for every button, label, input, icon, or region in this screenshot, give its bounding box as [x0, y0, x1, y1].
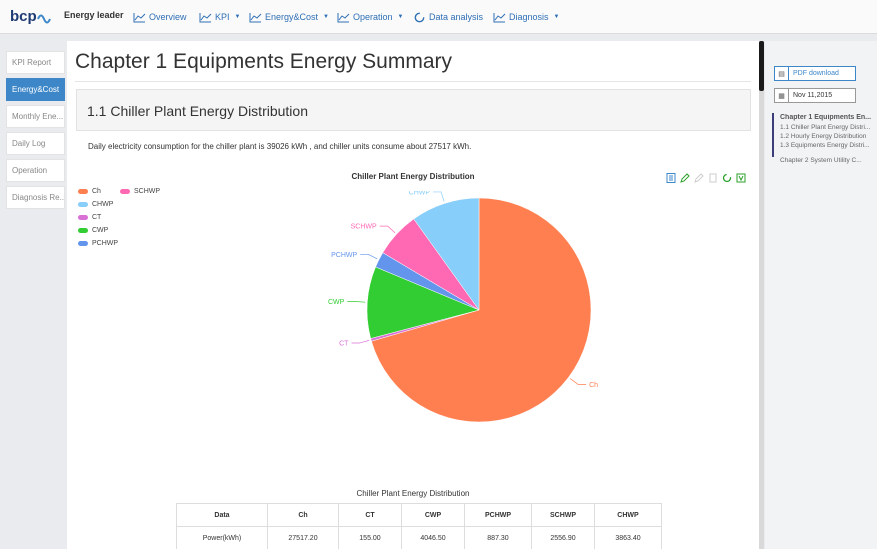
nav-energy-cost[interactable]: Energy&Cost ▼: [249, 9, 329, 25]
line-chart-icon: [493, 12, 506, 22]
nav-kpi[interactable]: KPI ▼: [199, 9, 240, 25]
table-cell: 3863.40: [594, 526, 662, 549]
svg-text:bcp: bcp: [10, 8, 37, 25]
table-cell: 887.30: [464, 526, 532, 549]
legend-item-schwp[interactable]: SCHWP: [120, 188, 160, 195]
scrollbar[interactable]: [759, 41, 764, 549]
nav-diagnosis[interactable]: Diagnosis ▼: [493, 9, 559, 25]
chevron-down-icon: ▼: [553, 14, 560, 20]
table-header-row: Data Ch CT CWP PCHWP SCHWP CHWP: [176, 503, 662, 527]
sidebar: KPI Report Energy&Cost Monthly Ene... Da…: [6, 51, 65, 213]
edit-icon[interactable]: [680, 170, 690, 183]
legend-item-chwp[interactable]: CHWP: [78, 201, 113, 208]
table-header: PCHWP: [464, 503, 532, 527]
label-line: [569, 378, 587, 385]
toc-item[interactable]: 1.3 Equipments Energy Distri...: [780, 142, 877, 149]
refresh-icon: [414, 12, 425, 22]
label-line: [433, 191, 445, 202]
logo: bcp: [10, 8, 51, 25]
legend-item-ct[interactable]: CT: [78, 214, 101, 221]
slice-label-chwp: CHWP: [409, 191, 431, 196]
table-header: CHWP: [594, 503, 662, 527]
sidebar-item-operation[interactable]: Operation: [6, 159, 65, 182]
nav-energy-cost-label: Energy&Cost: [265, 12, 319, 22]
sidebar-item-energy-cost[interactable]: Energy&Cost: [6, 78, 65, 101]
date-picker[interactable]: ▦ Nov 11,2015: [774, 88, 856, 103]
section-header: 1.1 Chiller Plant Energy Distribution: [76, 89, 751, 131]
data-view-icon[interactable]: [666, 170, 676, 183]
right-panel: ▤ PDF download ▦ Nov 11,2015 Chapter 1 E…: [765, 41, 877, 549]
legend-item-ch[interactable]: Ch: [78, 188, 101, 195]
nav-diagnosis-label: Diagnosis: [509, 12, 549, 22]
table-cell: 4046.50: [401, 526, 465, 549]
nav-operation[interactable]: Operation ▼: [337, 9, 403, 25]
section-title: 1.1 Chiller Plant Energy Distribution: [87, 103, 308, 119]
slice-label-pchwp: PCHWP: [331, 252, 357, 259]
table-cell: Power(kWh): [176, 526, 268, 549]
calendar-icon: ▦: [775, 89, 789, 102]
line-chart-icon: [133, 12, 146, 22]
nav-overview-label: Overview: [149, 12, 187, 22]
slice-label-schwp: SCHWP: [351, 224, 377, 231]
table-cell: 27517.20: [267, 526, 339, 549]
sidebar-item-daily-log[interactable]: Daily Log: [6, 132, 65, 155]
toc-chapter-1[interactable]: Chapter 1 Equipments En...: [780, 114, 877, 121]
energy-table: Data Ch CT CWP PCHWP SCHWP CHWP Power(kW…: [176, 503, 662, 549]
top-nav: bcp Energy leader Overview KPI ▼ Energy&…: [0, 0, 877, 34]
nav-kpi-label: KPI: [215, 12, 230, 22]
divider: [75, 81, 751, 82]
slice-label-ch: Ch: [589, 382, 598, 389]
chevron-down-icon: ▼: [323, 14, 329, 20]
scrollbar-thumb[interactable]: [759, 41, 764, 91]
toc-item[interactable]: 1.1 Chiller Plant Energy Distri...: [780, 124, 877, 131]
table-header: Data: [176, 503, 268, 527]
table-header: SCHWP: [531, 503, 595, 527]
chapter-title: Chapter 1 Equipments Energy Summary: [75, 50, 453, 73]
save-image-icon[interactable]: [736, 170, 746, 183]
pdf-icon: ▤: [775, 67, 789, 80]
chart-toolbar: [666, 170, 746, 183]
slice-label-cwp: CWP: [328, 299, 345, 306]
label-line: [360, 253, 378, 260]
chevron-down-icon: ▼: [397, 14, 404, 20]
slice-label-ct: CT: [339, 341, 349, 348]
toc-chapter-2[interactable]: Chapter 2 System Utility C...: [780, 157, 877, 164]
line-chart-icon: [199, 12, 212, 22]
toc-item[interactable]: 1.2 Hourly Energy Distribution: [780, 133, 877, 140]
line-chart-icon: [249, 12, 262, 22]
pdf-download-button[interactable]: ▤ PDF download: [774, 66, 856, 81]
nav-data-analysis-label: Data analysis: [429, 12, 484, 22]
table-header: Ch: [267, 503, 339, 527]
brand-name: Energy leader: [64, 10, 124, 20]
copy-icon[interactable]: [708, 170, 718, 183]
refresh-icon[interactable]: [722, 170, 732, 183]
table-cell: 155.00: [338, 526, 402, 549]
chevron-down-icon: ▼: [234, 14, 241, 20]
report-content: Chapter 1 Equipments Energy Summary 1.1 …: [67, 41, 759, 549]
table-header: CT: [338, 503, 402, 527]
nav-operation-label: Operation: [353, 12, 393, 22]
table-row: Power(kWh) 27517.20 155.00 4046.50 887.3…: [176, 526, 662, 549]
label-line: [379, 225, 396, 234]
nav-data-analysis[interactable]: Data analysis: [413, 9, 483, 25]
legend-item-pchwp[interactable]: PCHWP: [78, 240, 118, 247]
toc-active-indicator: [772, 113, 774, 157]
table-of-contents: Chapter 1 Equipments En... 1.1 Chiller P…: [780, 114, 877, 166]
nav-overview[interactable]: Overview: [133, 9, 187, 25]
table-header: CWP: [401, 503, 465, 527]
chart-title: Chiller Plant Energy Distribution: [351, 172, 475, 181]
table-caption: Chiller Plant Energy Distribution: [356, 489, 470, 498]
table-cell: 2556.90: [531, 526, 595, 549]
summary-text: Daily electricity consumption for the ch…: [88, 142, 472, 151]
label-line: [351, 340, 370, 344]
sidebar-item-monthly-energy[interactable]: Monthly Ene...: [6, 105, 65, 128]
line-chart-icon: [337, 12, 350, 22]
legend-item-cwp[interactable]: CWP: [78, 227, 108, 234]
sidebar-item-kpi-report[interactable]: KPI Report: [6, 51, 65, 74]
sidebar-item-diagnosis-report[interactable]: Diagnosis Re...: [6, 186, 65, 209]
label-line: [347, 301, 366, 303]
pie-chart: Ch CT CWP PCHWP SCHWP CHWP: [328, 191, 598, 423]
pen-icon[interactable]: [694, 170, 704, 183]
